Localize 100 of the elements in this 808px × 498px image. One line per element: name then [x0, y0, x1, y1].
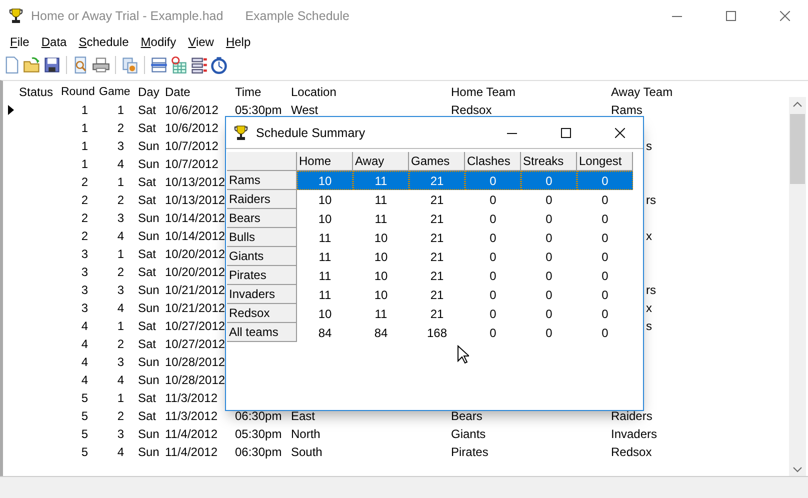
- table-cell-text: 10/7/2012: [164, 139, 220, 153]
- table-cell-text: Sun: [137, 157, 160, 171]
- list-icon[interactable]: [190, 56, 208, 74]
- table-cell-text: Sat: [137, 391, 158, 405]
- table-cell-text: 5: [80, 427, 89, 441]
- column-header[interactable]: Away Team: [608, 84, 788, 98]
- table-cell: s: [646, 319, 652, 333]
- corner-header: [227, 152, 297, 171]
- table-cell-text: 0: [600, 286, 610, 304]
- table-cell-text: 10: [317, 210, 333, 228]
- table-cell-text: 4: [116, 229, 125, 243]
- table-cell-text: 1: [80, 103, 89, 117]
- table-cell-text: Sun: [137, 283, 160, 297]
- column-header[interactable]: Games: [409, 152, 465, 171]
- table-cell-text: 0: [544, 192, 554, 208]
- table-cell-text: 4: [80, 337, 89, 351]
- scroll-up-icon[interactable]: [793, 101, 802, 107]
- printer-icon[interactable]: [92, 56, 110, 74]
- table-cell-text: 10/27/2012: [164, 319, 226, 333]
- new-file-icon[interactable]: [3, 56, 21, 74]
- row-header[interactable]: Bears: [227, 209, 297, 228]
- row-header[interactable]: Pirates: [227, 266, 297, 285]
- table-cell: rs: [646, 283, 656, 297]
- column-header[interactable]: Clashes: [465, 152, 521, 171]
- table-cell-text: 1: [80, 139, 89, 153]
- table-cell-text: 3: [116, 427, 125, 441]
- save-icon[interactable]: [43, 56, 61, 74]
- column-header[interactable]: Date: [162, 84, 232, 98]
- table-cell-text: 5: [80, 445, 89, 459]
- table-cell-text: Giants: [450, 427, 487, 441]
- scrollbar[interactable]: [789, 97, 806, 477]
- row-header[interactable]: Rams: [227, 171, 297, 190]
- table-cell-text: 0: [600, 192, 610, 208]
- table-cell-text: 10: [317, 192, 333, 208]
- column-header[interactable]: Status: [8, 84, 61, 98]
- table-cell-text: Sun: [137, 211, 160, 225]
- column-header[interactable]: Location: [288, 84, 448, 98]
- menu-item[interactable]: Help: [220, 34, 257, 48]
- table-cell: 0: [577, 171, 633, 190]
- column-header[interactable]: Day: [132, 84, 162, 98]
- table-cell-text: 10/20/2012: [164, 247, 226, 261]
- table-cell-text: Sat: [137, 265, 158, 279]
- table-cell-text: 4: [80, 319, 89, 333]
- close-icon[interactable]: [615, 128, 625, 138]
- column-header[interactable]: Home: [297, 152, 353, 171]
- menu-item[interactable]: Modify: [134, 34, 182, 48]
- row-header[interactable]: Bulls: [227, 228, 297, 247]
- scroll-thumb[interactable]: [790, 114, 805, 184]
- table-cell-text: 0: [488, 210, 498, 228]
- menu-item[interactable]: Schedule: [72, 34, 135, 48]
- maximize-icon[interactable]: [561, 128, 571, 138]
- rows-icon[interactable]: [150, 56, 168, 74]
- table-cell-text: 21: [429, 286, 445, 304]
- row-header[interactable]: Giants: [227, 247, 297, 266]
- stopwatch-icon[interactable]: [210, 56, 228, 74]
- table-cell-text: 1: [80, 157, 89, 171]
- table-cell-text: 11/4/2012: [164, 427, 218, 441]
- column-header[interactable]: Home Team: [448, 84, 608, 98]
- table-cell-text: 11: [374, 192, 388, 208]
- column-header[interactable]: Away: [353, 152, 409, 171]
- table-cell-text: Redsox: [610, 445, 653, 459]
- table-cell-text: 1: [116, 247, 125, 261]
- table-cell-text: 0: [488, 230, 498, 246]
- table-cell-text: 21: [429, 230, 445, 246]
- table-cell-text: 3: [80, 247, 89, 261]
- menu-item[interactable]: Data: [35, 34, 73, 48]
- column-header[interactable]: Time: [232, 84, 288, 98]
- table-search-icon[interactable]: [170, 56, 188, 74]
- table-cell-text: 0: [600, 306, 610, 322]
- table-cell-text: Rams: [610, 103, 644, 117]
- table-cell-text: 3: [116, 283, 125, 297]
- table-cell-text: 21: [429, 268, 445, 284]
- table-cell: rs: [646, 193, 656, 207]
- table-cell-text: Sun: [137, 373, 160, 387]
- table-cell-text: 1: [80, 121, 89, 135]
- table-cell-text: 0: [488, 248, 498, 266]
- row-header[interactable]: All teams: [227, 323, 297, 342]
- menu-item[interactable]: View: [182, 34, 220, 48]
- menu-item[interactable]: File: [4, 34, 36, 48]
- table-cell-text: 4: [80, 355, 89, 369]
- row-header[interactable]: Invaders: [227, 285, 297, 304]
- table-cell-text: 2: [116, 193, 125, 207]
- column-header[interactable]: Game: [96, 86, 132, 98]
- table-cell-text: 10: [317, 306, 333, 322]
- column-header[interactable]: Round: [61, 86, 96, 98]
- table-cell-text: 4: [116, 157, 125, 171]
- table-cell-text: 0: [600, 248, 610, 266]
- table-cell-text: 10/28/2012: [164, 355, 226, 369]
- column-header[interactable]: Streaks: [521, 152, 577, 171]
- table-cell-text: 10/6/2012: [164, 103, 220, 117]
- table-cell-text: 11: [318, 286, 332, 304]
- row-header[interactable]: Redsox: [227, 304, 297, 323]
- scroll-down-icon[interactable]: [793, 467, 802, 473]
- table-cell-text: 10/21/2012: [164, 301, 226, 315]
- row-header[interactable]: Raiders: [227, 190, 297, 209]
- column-header[interactable]: Longest: [577, 152, 633, 171]
- table-cell-text: 2: [80, 229, 89, 243]
- copy-settings-icon[interactable]: [121, 56, 139, 74]
- table-cell-text: 3: [80, 283, 89, 297]
- table-cell-text: 0: [544, 210, 554, 228]
